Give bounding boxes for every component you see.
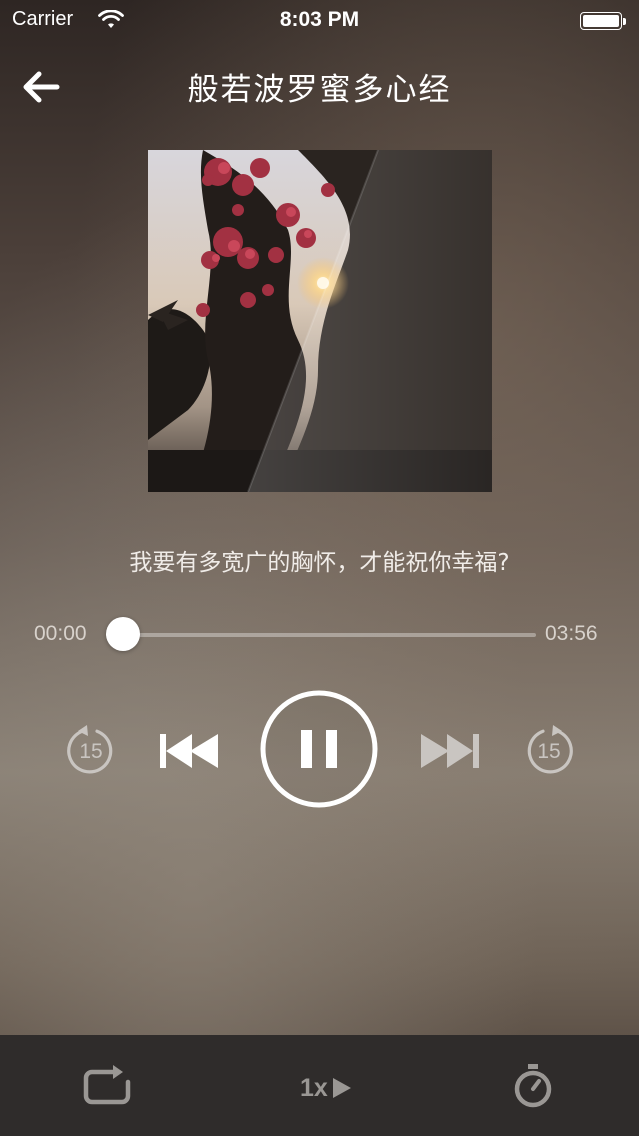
next-track-button[interactable] <box>417 730 481 772</box>
previous-track-icon <box>160 734 218 768</box>
repeat-icon <box>83 1065 131 1105</box>
status-time: 8:03 PM <box>279 8 360 31</box>
rewind-15-icon: 15 <box>67 725 113 774</box>
skip-back-seconds: 15 <box>79 740 102 763</box>
skip-forward-seconds: 15 <box>537 740 560 763</box>
repeat-button[interactable] <box>82 1064 132 1108</box>
skip-back-15-button[interactable]: 15 <box>64 723 118 777</box>
lyric-line: 我要有多宽广的胸怀，才能祝你幸福? <box>129 550 510 576</box>
skip-forward-15-button[interactable]: 15 <box>522 723 576 777</box>
total-time: 03:56 <box>545 622 598 645</box>
sleep-timer-button[interactable] <box>512 1062 554 1110</box>
forward-15-icon: 15 <box>527 725 573 774</box>
status-bar: Carrier 8:03 PM <box>0 0 639 40</box>
progress-track[interactable] <box>106 633 536 637</box>
next-track-icon <box>421 734 479 768</box>
battery-icon <box>580 12 628 32</box>
pause-icon <box>260 690 378 808</box>
progress-thumb[interactable] <box>106 617 140 651</box>
play-triangle-icon <box>332 1078 351 1098</box>
stopwatch-icon <box>514 1064 552 1108</box>
elapsed-time: 00:00 <box>34 622 87 645</box>
previous-track-button[interactable] <box>158 730 222 772</box>
pause-button[interactable] <box>259 689 379 809</box>
playback-speed-button[interactable]: 1x <box>300 1068 364 1108</box>
page-title: 般若波罗蜜多心经 <box>187 72 452 108</box>
album-cover-image <box>148 150 492 492</box>
speed-label: 1x <box>300 1073 328 1102</box>
